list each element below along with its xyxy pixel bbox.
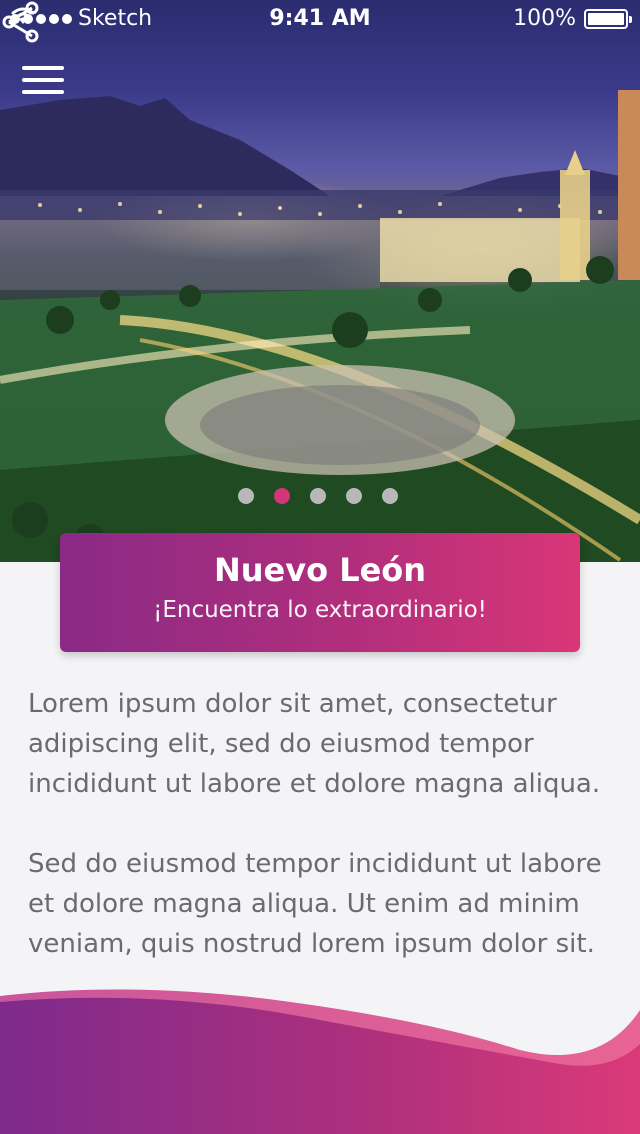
page-subtitle: ¡Encuentra lo extraordinario! bbox=[153, 597, 487, 623]
hero-image: Sketch 9:41 AM 100% bbox=[0, 0, 640, 562]
city-night-photo bbox=[0, 90, 640, 562]
article-body: Lorem ipsum dolor sit amet, consectetur … bbox=[28, 684, 618, 1004]
pager-dot[interactable] bbox=[238, 488, 254, 504]
pager-dot[interactable] bbox=[346, 488, 362, 504]
pager-dot[interactable] bbox=[382, 488, 398, 504]
body-paragraph: Sed do eiusmod tempor incididunt ut labo… bbox=[28, 849, 602, 959]
battery-percent: 100% bbox=[513, 6, 576, 31]
page-title: Nuevo León bbox=[213, 551, 427, 589]
pager-dot[interactable] bbox=[310, 488, 326, 504]
title-card: Nuevo León ¡Encuentra lo extraordinario! bbox=[60, 533, 580, 652]
pager-dot-active[interactable] bbox=[274, 488, 290, 504]
carousel-pager bbox=[238, 488, 398, 504]
share-icon[interactable] bbox=[0, 0, 42, 44]
battery-status: 100% bbox=[513, 6, 632, 31]
decorative-wave bbox=[0, 989, 640, 1134]
body-paragraph: Lorem ipsum dolor sit amet, consectetur … bbox=[28, 689, 601, 799]
battery-icon bbox=[584, 8, 632, 29]
hamburger-menu-icon[interactable] bbox=[22, 62, 64, 98]
status-bar: Sketch 9:41 AM 100% bbox=[0, 0, 640, 40]
